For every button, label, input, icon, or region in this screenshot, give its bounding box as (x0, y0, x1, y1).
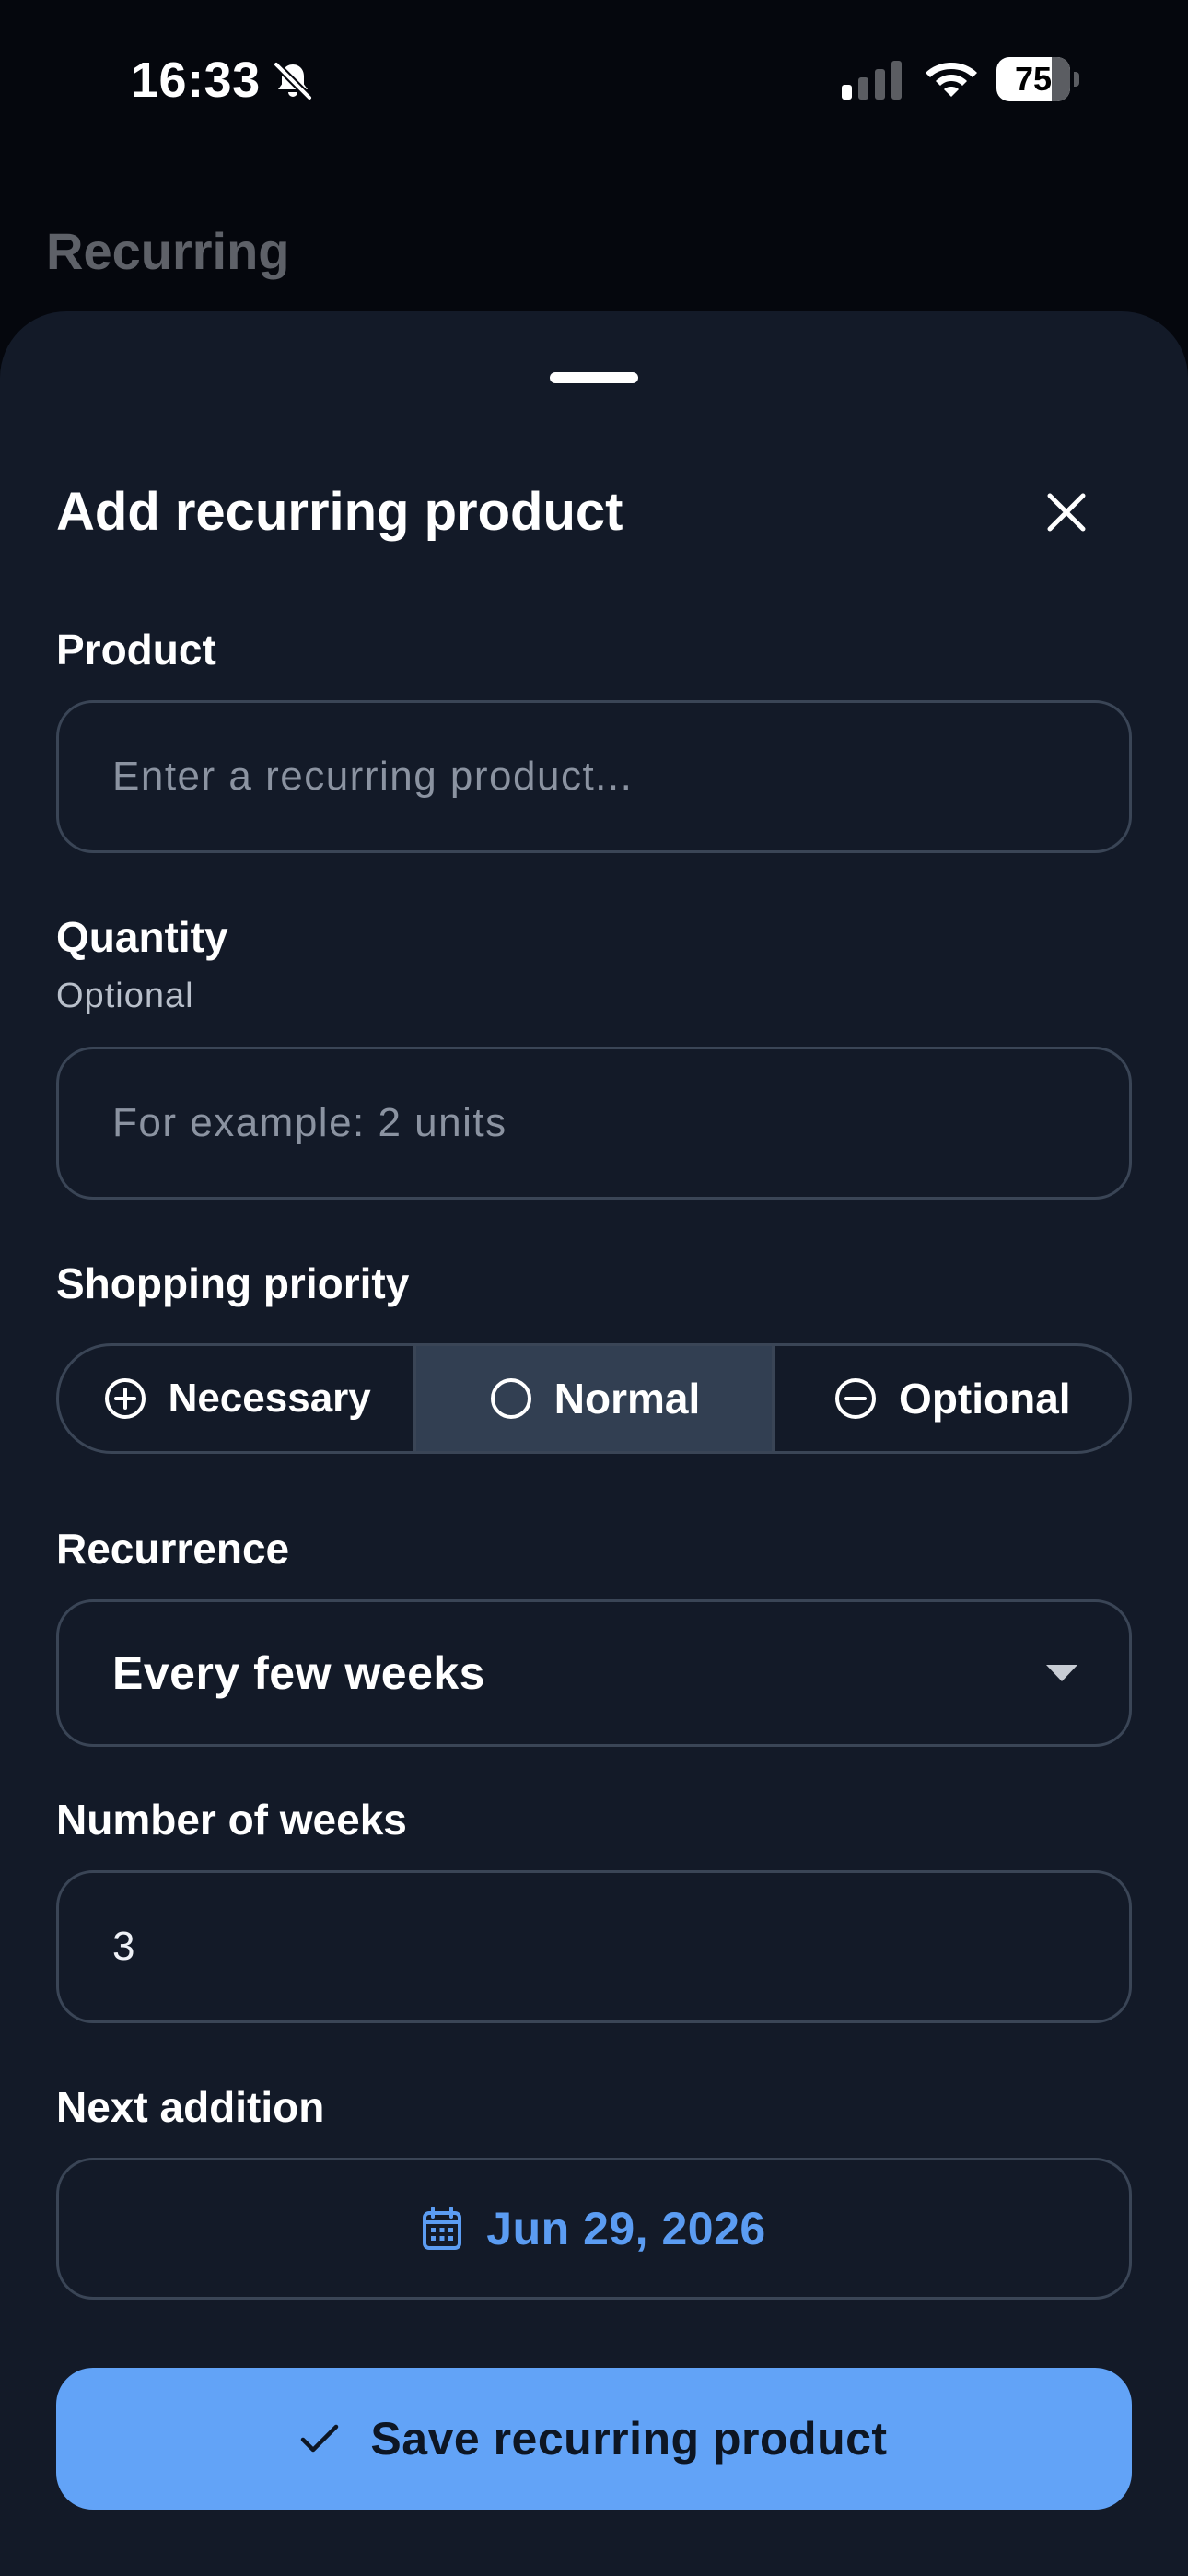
close-icon (1047, 493, 1086, 532)
wifi-icon (926, 63, 977, 97)
status-time: 16:33 (131, 53, 261, 108)
weeks-value: 3 (112, 1924, 136, 1969)
priority-optional-label: Optional (899, 1375, 1071, 1423)
recurrence-label: Recurrence (56, 1525, 290, 1573)
close-button[interactable] (1033, 479, 1100, 545)
caret-down-icon (1046, 1602, 1077, 1744)
sheet-grabber[interactable] (550, 372, 638, 383)
plus-circle-icon (104, 1378, 146, 1419)
next-addition-label: Next addition (56, 2083, 325, 2131)
screen: 16:33 75 Recurring Add recurring product… (0, 0, 1188, 2576)
priority-optional-option[interactable]: Optional (771, 1346, 1129, 1451)
priority-label: Shopping priority (56, 1259, 410, 1307)
quantity-input[interactable]: For example: 2 units (56, 1047, 1132, 1200)
product-input[interactable]: Enter a recurring product... (56, 700, 1132, 853)
priority-segmented-control: Necessary Normal Optional (56, 1343, 1132, 1454)
next-addition-date: Jun 29, 2026 (486, 2203, 766, 2254)
weeks-input[interactable]: 3 (56, 1870, 1132, 2023)
product-placeholder: Enter a recurring product... (112, 754, 634, 799)
battery-indicator: 75 (996, 57, 1079, 101)
save-button[interactable]: Save recurring product (56, 2368, 1132, 2510)
quantity-placeholder: For example: 2 units (112, 1100, 507, 1145)
checkmark-icon (301, 2424, 339, 2453)
battery-level: 75 (1014, 60, 1053, 98)
calendar-icon (423, 2207, 462, 2250)
page-title: Recurring (46, 222, 290, 280)
sheet-title: Add recurring product (56, 482, 623, 542)
status-bar: 16:33 75 (0, 0, 1188, 157)
add-recurring-sheet: Add recurring product Product Enter a re… (0, 311, 1188, 2576)
quantity-optional-hint: Optional (56, 977, 194, 1015)
priority-necessary-option[interactable]: Necessary (59, 1346, 413, 1451)
quantity-label: Quantity (56, 913, 228, 961)
next-addition-date-button[interactable]: Jun 29, 2026 (56, 2158, 1132, 2300)
bell-muted-icon (273, 61, 313, 101)
recurrence-dropdown[interactable]: Every few weeks (56, 1599, 1132, 1747)
priority-normal-label: Normal (553, 1375, 701, 1423)
product-label: Product (56, 626, 216, 673)
circle-icon (490, 1378, 531, 1419)
recurrence-value: Every few weeks (112, 1647, 485, 1699)
weeks-label: Number of weeks (56, 1796, 407, 1844)
priority-normal-option[interactable]: Normal (413, 1346, 772, 1451)
save-button-label: Save recurring product (370, 2413, 888, 2465)
minus-circle-icon (835, 1378, 877, 1419)
signal-icon (842, 61, 902, 100)
priority-necessary-label: Necessary (168, 1376, 371, 1421)
